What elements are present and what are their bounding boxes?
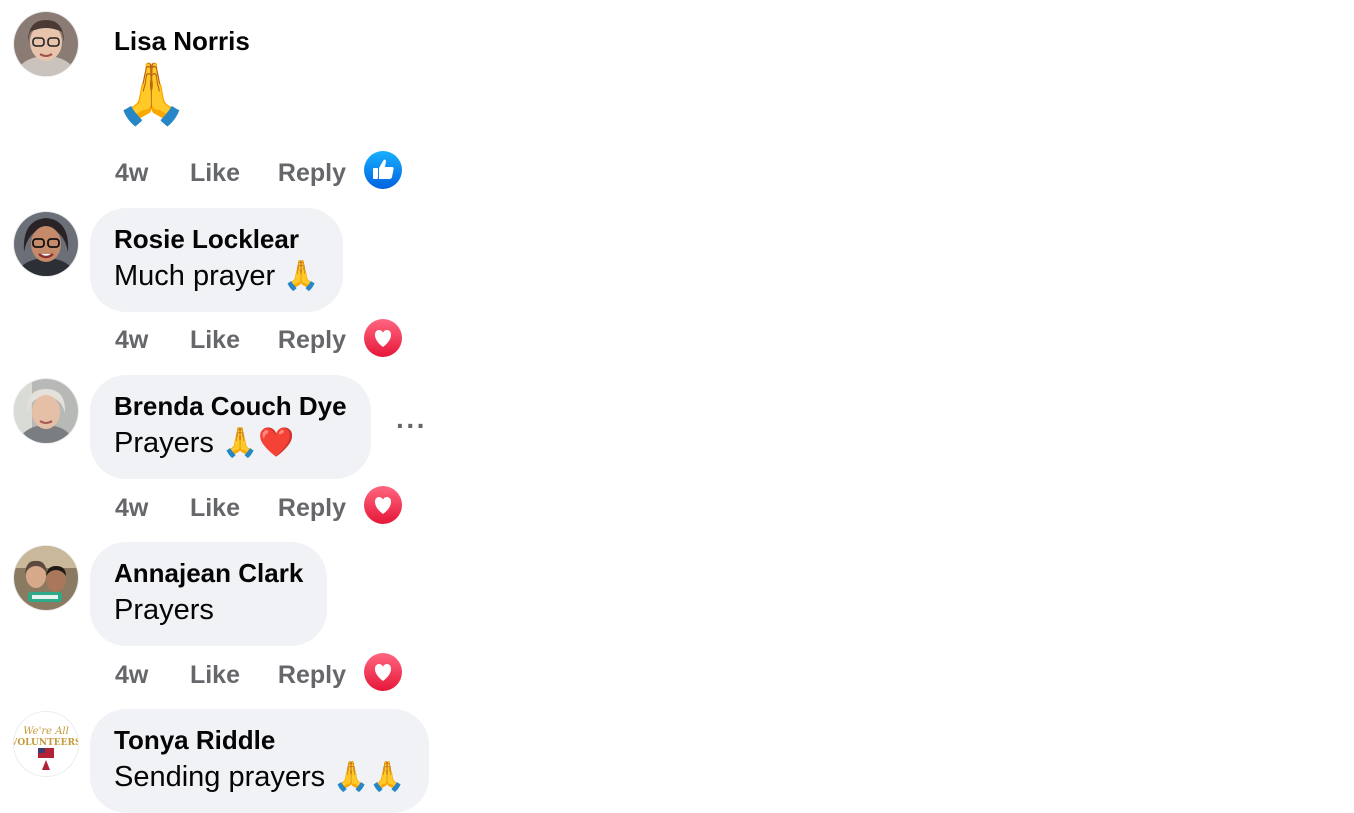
avatar[interactable]: [14, 379, 78, 443]
comment-author[interactable]: Rosie Locklear: [114, 222, 319, 256]
comment-bubble: Brenda Couch Dye Prayers 🙏❤️: [90, 375, 371, 479]
comment-actions: 4w Like Reply: [115, 656, 378, 692]
comment-bubble: Annajean Clark Prayers: [90, 542, 328, 646]
avatar[interactable]: [14, 212, 78, 276]
reply-button[interactable]: Reply: [278, 490, 378, 526]
comment-text: 🙏: [114, 60, 189, 127]
comment-bubble: Tonya Riddle Sending prayers 🙏🙏: [90, 709, 430, 813]
comment-bubble: Rosie Locklear Much prayer 🙏: [90, 208, 344, 312]
comment-author[interactable]: Lisa Norris: [114, 24, 250, 58]
comment-text: Prayers: [114, 594, 214, 626]
love-reaction-icon[interactable]: [364, 486, 402, 524]
comment-actions: 4w Like Reply: [115, 154, 378, 190]
comment-actions: 4w Like Reply: [115, 489, 378, 525]
avatar[interactable]: [14, 12, 78, 76]
comment-author[interactable]: Brenda Couch Dye: [114, 389, 347, 423]
reply-button[interactable]: Reply: [278, 657, 378, 693]
comment-author[interactable]: Tonya Riddle: [114, 723, 405, 757]
comment-bubble: Lisa Norris 🙏: [90, 12, 274, 144]
comment-text: Sending prayers 🙏🙏: [114, 761, 406, 793]
comment-timestamp[interactable]: 4w: [115, 322, 183, 358]
comment-author[interactable]: Annajean Clark: [114, 556, 303, 590]
svg-text:VOLUNTEERS: VOLUNTEERS: [14, 738, 78, 748]
avatar[interactable]: We're All VOLUNTEERS: [14, 712, 78, 776]
like-button[interactable]: Like: [190, 155, 271, 191]
love-reaction-icon[interactable]: [364, 319, 402, 357]
svg-text:We're All: We're All: [23, 726, 69, 737]
comment-actions: 4w Like Reply: [115, 321, 378, 357]
more-options-button[interactable]: ···: [396, 412, 427, 440]
comment-timestamp[interactable]: 4w: [115, 490, 183, 526]
comment-timestamp[interactable]: 4w: [115, 155, 183, 191]
reply-button[interactable]: Reply: [278, 322, 378, 358]
reply-button[interactable]: Reply: [278, 155, 378, 191]
love-reaction-icon[interactable]: [364, 653, 402, 691]
like-reaction-icon[interactable]: [364, 151, 402, 189]
avatar[interactable]: [14, 546, 78, 610]
like-button[interactable]: Like: [190, 657, 271, 693]
comment-timestamp[interactable]: 4w: [115, 657, 183, 693]
comment-text: Much prayer 🙏: [114, 260, 320, 292]
like-button[interactable]: Like: [190, 490, 271, 526]
like-button[interactable]: Like: [190, 322, 271, 358]
comment-text: Prayers 🙏❤️: [114, 427, 295, 459]
